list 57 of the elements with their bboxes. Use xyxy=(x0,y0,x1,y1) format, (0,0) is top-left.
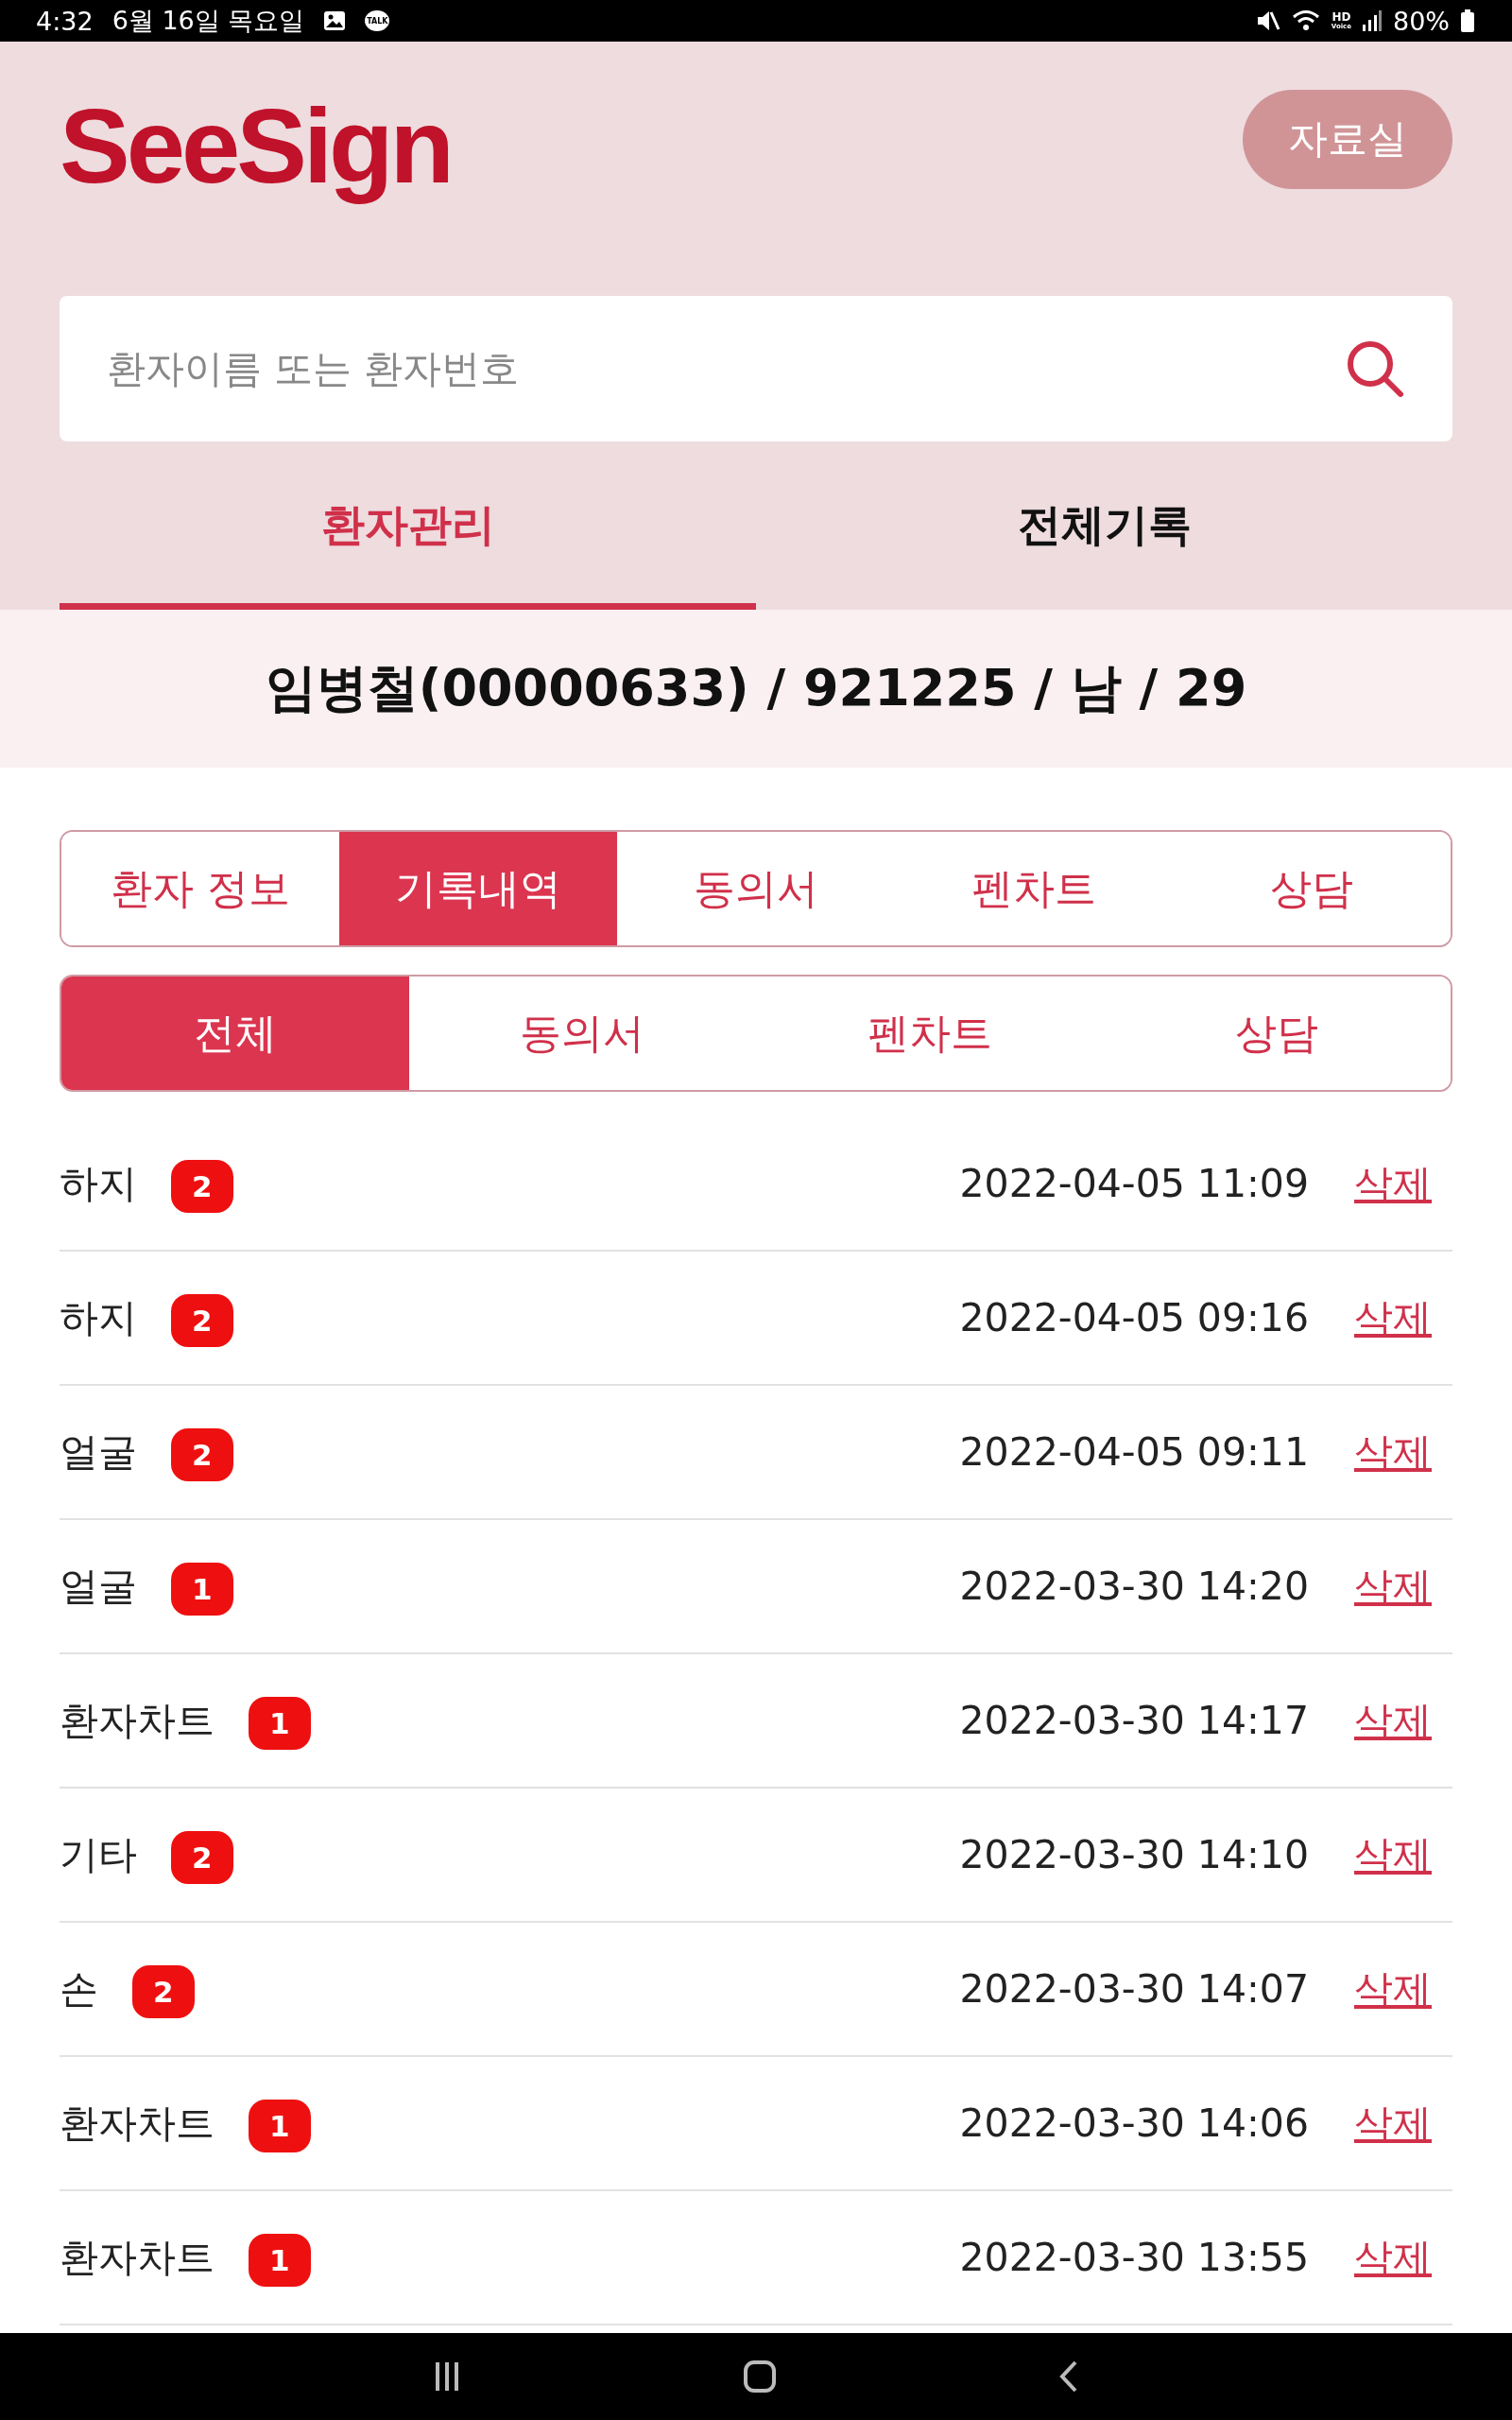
recent-apps-icon[interactable] xyxy=(434,2362,460,2391)
tab[interactable]: 전체 xyxy=(61,977,409,1090)
record-title: 기타 xyxy=(60,1830,137,1879)
logo: SeeSign xyxy=(60,85,451,207)
delete-link[interactable]: 삭제 xyxy=(1354,1157,1432,1210)
home-icon[interactable] xyxy=(744,2360,776,2393)
chat-app-icon: TALK xyxy=(365,10,390,31)
delete-link[interactable]: 삭제 xyxy=(1354,2231,1432,2284)
count-badge: 2 xyxy=(132,1965,195,2018)
record-datetime: 2022-03-30 14:10 xyxy=(959,1832,1309,1877)
record-title: 환자차트 xyxy=(60,1696,215,1745)
record-title: 환자차트 xyxy=(60,2099,215,2148)
tab[interactable]: 전체기록 xyxy=(756,441,1452,610)
signal-icon xyxy=(1363,10,1382,31)
count-badge: 1 xyxy=(249,2234,311,2287)
record-title: 하지 xyxy=(60,1159,137,1208)
count-badge: 2 xyxy=(171,1428,233,1481)
record-title: 환자차트 xyxy=(60,2233,215,2282)
record-title: 손 xyxy=(60,1964,98,2014)
back-icon[interactable] xyxy=(1059,2360,1078,2393)
record-datetime: 2022-03-30 14:06 xyxy=(959,2100,1309,2146)
record-datetime: 2022-04-05 09:11 xyxy=(959,1429,1309,1475)
record-title: 얼굴 xyxy=(60,1562,137,1611)
hd-label: HD xyxy=(1332,11,1351,23)
library-button[interactable]: 자료실 xyxy=(1243,89,1452,189)
count-badge: 2 xyxy=(171,1160,233,1213)
count-badge: 1 xyxy=(171,1563,233,1616)
count-badge: 1 xyxy=(249,2100,311,2152)
count-badge: 2 xyxy=(171,1831,233,1884)
battery-percent: 80% xyxy=(1393,6,1450,36)
search-field[interactable]: 환자이름 또는 환자번호 xyxy=(60,296,1452,441)
record-datetime: 2022-03-30 14:17 xyxy=(959,1698,1309,1743)
clock: 4:32 xyxy=(36,6,94,36)
record-datetime: 2022-03-30 14:07 xyxy=(959,1966,1309,2012)
record-datetime: 2022-04-05 09:16 xyxy=(959,1295,1309,1340)
battery-icon xyxy=(1461,9,1474,32)
delete-link[interactable]: 삭제 xyxy=(1354,1291,1432,1344)
record-datetime: 2022-03-30 14:20 xyxy=(959,1564,1309,1609)
delete-link[interactable]: 삭제 xyxy=(1354,1828,1432,1881)
status-date: 6월 16일 목요일 xyxy=(112,5,305,37)
mute-icon xyxy=(1255,9,1280,32)
patient-summary: 임병철(00000633) / 921225 / 남 / 29 xyxy=(265,657,1247,719)
wifi-icon xyxy=(1291,9,1320,32)
count-badge: 1 xyxy=(249,1697,311,1750)
delete-link[interactable]: 삭제 xyxy=(1354,1962,1432,2015)
record-datetime: 2022-03-30 13:55 xyxy=(959,2235,1309,2280)
delete-link[interactable]: 삭제 xyxy=(1354,2097,1432,2150)
tab[interactable]: 기록내역 xyxy=(339,832,617,945)
record-title: 하지 xyxy=(60,1293,137,1342)
record-datetime: 2022-04-05 11:09 xyxy=(959,1161,1309,1206)
count-badge: 2 xyxy=(171,1294,233,1347)
image-icon xyxy=(323,10,347,31)
delete-link[interactable]: 삭제 xyxy=(1354,1694,1432,1747)
record-title: 얼굴 xyxy=(60,1427,137,1477)
search-icon[interactable] xyxy=(1345,338,1405,399)
delete-link[interactable]: 삭제 xyxy=(1354,1560,1432,1613)
delete-link[interactable]: 삭제 xyxy=(1354,1426,1432,1478)
